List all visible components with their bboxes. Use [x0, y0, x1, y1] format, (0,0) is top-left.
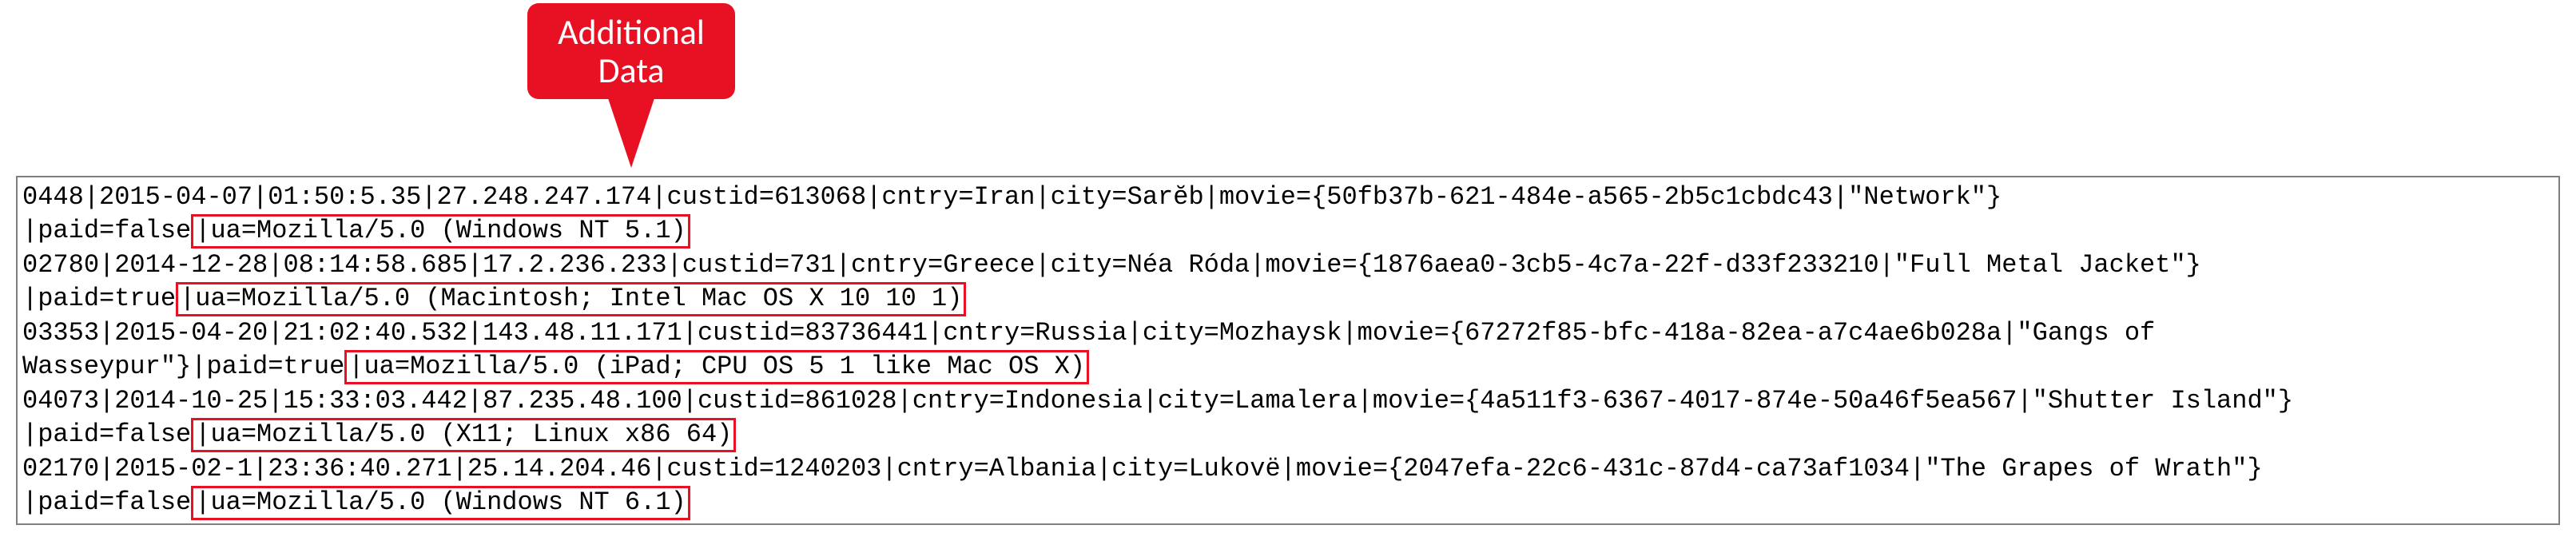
- log-prefix-cont: Wasseypur"}|paid=true: [22, 352, 344, 381]
- ua-highlight: |ua=Mozilla/5.0 (X11; Linux x86 64): [191, 418, 736, 452]
- callout-box: Additional Data: [527, 3, 735, 99]
- ua-highlight: |ua=Mozilla/5.0 (Windows NT 6.1): [191, 486, 690, 520]
- screenshot-container: Additional Data 0448|2015-04-07|01:50:5.…: [0, 0, 2576, 537]
- log-line: 02170|2015-02-1|23:36:40.271|25.14.204.4…: [22, 452, 2554, 486]
- log-line: |paid=true|ua=Mozilla/5.0 (Macintosh; In…: [22, 282, 2554, 316]
- log-line: |paid=false|ua=Mozilla/5.0 (X11; Linux x…: [22, 418, 2554, 452]
- log-line: 03353|2015-04-20|21:02:40.532|143.48.11.…: [22, 316, 2554, 350]
- log-line: Wasseypur"}|paid=true|ua=Mozilla/5.0 (iP…: [22, 350, 2554, 384]
- log-paid: |paid=false: [22, 420, 191, 449]
- log-line: |paid=false|ua=Mozilla/5.0 (Windows NT 5…: [22, 214, 2554, 249]
- ua-highlight: |ua=Mozilla/5.0 (Windows NT 5.1): [191, 214, 690, 249]
- log-box: 0448|2015-04-07|01:50:5.35|27.248.247.17…: [16, 176, 2560, 525]
- log-prefix: 03353|2015-04-20|21:02:40.532|143.48.11.…: [22, 318, 2155, 348]
- log-line: 04073|2014-10-25|15:33:03.442|87.235.48.…: [22, 384, 2554, 418]
- ua-highlight: |ua=Mozilla/5.0 (Macintosh; Intel Mac OS…: [176, 282, 966, 316]
- callout-line1: Additional: [558, 13, 705, 51]
- log-line: 0448|2015-04-07|01:50:5.35|27.248.247.17…: [22, 181, 2554, 214]
- log-prefix: 02170|2015-02-1|23:36:40.271|25.14.204.4…: [22, 454, 2263, 483]
- log-paid: |paid=true: [22, 284, 176, 313]
- log-line: 02780|2014-12-28|08:14:58.685|17.2.236.2…: [22, 249, 2554, 282]
- log-prefix: 02780|2014-12-28|08:14:58.685|17.2.236.2…: [22, 250, 2201, 280]
- ua-highlight: |ua=Mozilla/5.0 (iPad; CPU OS 5 1 like M…: [344, 350, 1089, 384]
- callout-arrow-icon: [607, 96, 655, 168]
- log-line: |paid=false|ua=Mozilla/5.0 (Windows NT 6…: [22, 486, 2554, 520]
- log-paid: |paid=false: [22, 487, 191, 517]
- log-prefix: 04073|2014-10-25|15:33:03.442|87.235.48.…: [22, 386, 2293, 416]
- log-prefix: 0448|2015-04-07|01:50:5.35|27.248.247.17…: [22, 182, 2002, 212]
- log-paid: |paid=false: [22, 216, 191, 245]
- callout-line2: Data: [598, 51, 664, 90]
